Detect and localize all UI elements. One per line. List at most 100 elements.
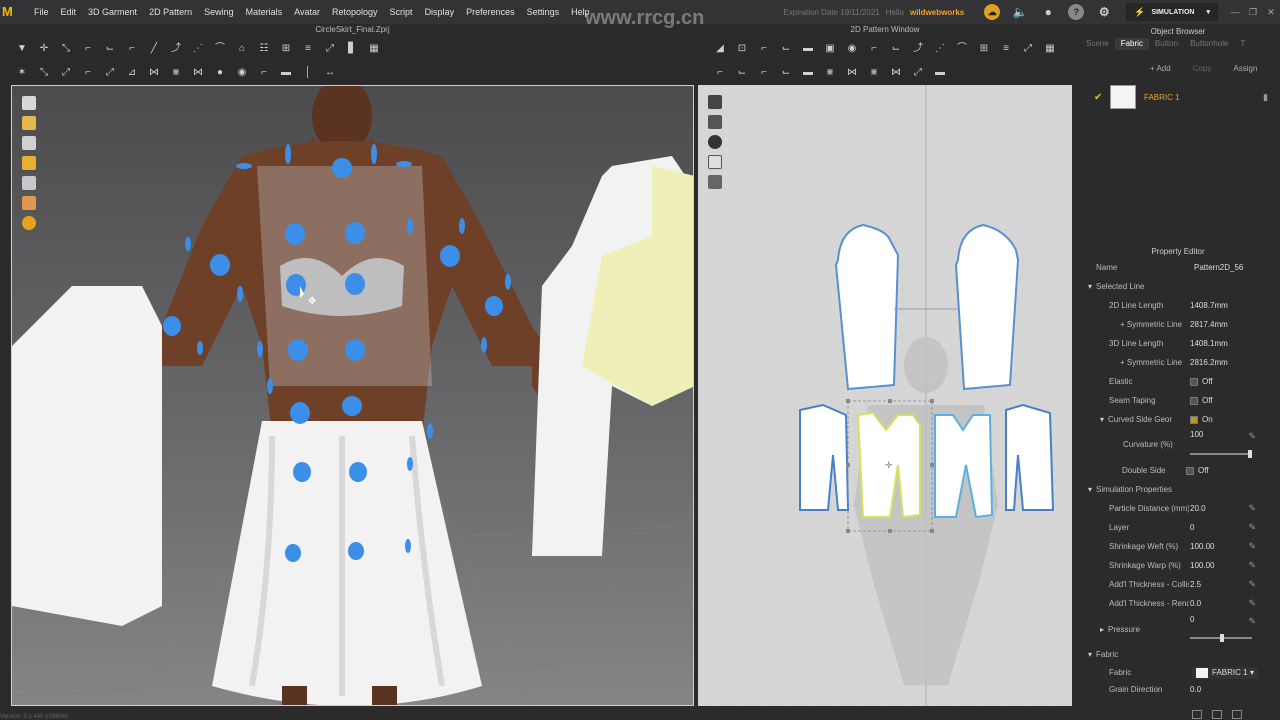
arrangement-alt-icon[interactable]: ⤢ <box>58 66 74 80</box>
pin-tool-icon[interactable]: ⌂ <box>234 42 250 56</box>
texture-icon[interactable]: ▬ <box>278 66 294 80</box>
2d-texture-icon[interactable] <box>708 155 722 169</box>
button-place-icon[interactable]: ● <box>212 66 228 80</box>
pencil-icon[interactable]: ✎ <box>1248 616 1256 627</box>
user-icon[interactable]: ● <box>1040 4 1056 20</box>
free-sewing-2d-icon[interactable]: ⌙ <box>734 66 750 80</box>
buttonhole-icon[interactable]: ◉ <box>234 66 250 80</box>
edit-point-icon[interactable]: ⊡ <box>734 42 750 56</box>
internal-rect-icon[interactable]: ⌙ <box>888 42 904 56</box>
tack-tool-icon[interactable]: ☷ <box>256 42 272 56</box>
line-2d-icon[interactable]: ⤢ <box>910 66 926 80</box>
pencil-icon[interactable]: ✎ <box>1248 560 1256 571</box>
double-side-checkbox[interactable] <box>1186 466 1194 475</box>
menu-sewing[interactable]: Sewing <box>198 7 240 17</box>
globe-icon[interactable] <box>22 216 36 230</box>
avatar-pose-display-icon[interactable] <box>22 196 36 210</box>
curved-side-checkbox[interactable] <box>1190 415 1198 424</box>
add-button[interactable]: + Add <box>1150 64 1171 73</box>
prop-pressure-value[interactable]: 0 <box>1190 615 1194 624</box>
settings-gear-icon[interactable]: ⚙ <box>1096 4 1112 20</box>
pencil-icon[interactable]: ✎ <box>1248 598 1256 609</box>
prop-grain-direction-value[interactable]: 0.0 <box>1190 685 1201 694</box>
sewing-tool-icon[interactable]: ⋰ <box>190 42 206 56</box>
view-mode-icon[interactable] <box>1192 710 1202 719</box>
transform-tool-icon[interactable]: ⤡ <box>58 42 74 56</box>
tab-fabric[interactable]: Fabric <box>1114 38 1149 50</box>
menu-display[interactable]: Display <box>419 7 461 17</box>
buttonhole-2d-icon[interactable]: ⋈ <box>888 66 904 80</box>
menu-preferences[interactable]: Preferences <box>460 7 521 17</box>
menu-script[interactable]: Script <box>384 7 419 17</box>
button-icon[interactable]: ⋇ <box>168 66 184 80</box>
check-sewing-icon[interactable]: ⌐ <box>756 66 772 80</box>
pencil-icon[interactable]: ✎ <box>1248 503 1256 514</box>
prop-shrinkage-weft-value[interactable]: 100.00 <box>1190 542 1214 551</box>
fold-arrangement-icon[interactable]: ⌙ <box>102 42 118 56</box>
username[interactable]: wildwebworks <box>910 8 964 17</box>
arrangement-icon[interactable]: ⤡ <box>36 66 52 80</box>
prop-double-side-toggle[interactable]: Off <box>1186 466 1209 475</box>
segment-sewing-icon[interactable]: ⌐ <box>712 66 728 80</box>
fabric-select[interactable]: FABRIC 1 ▾ <box>1192 666 1258 679</box>
seam-allowance-icon[interactable]: ⋰ <box>932 42 948 56</box>
assign-button[interactable]: Assign <box>1233 64 1257 73</box>
texture-display-icon[interactable] <box>22 116 36 130</box>
avatar-display-icon[interactable] <box>22 96 36 110</box>
elastic-checkbox[interactable] <box>1190 377 1198 386</box>
pencil-icon[interactable]: ✎ <box>1248 522 1256 533</box>
curvature-slider[interactable] <box>1190 453 1252 455</box>
measure-tool-icon[interactable]: ⤢ <box>322 42 338 56</box>
2d-view-icon[interactable] <box>708 95 722 109</box>
fold-line-icon[interactable]: ⌐ <box>80 66 96 80</box>
menu-retopology[interactable]: Retopology <box>326 7 384 17</box>
help-icon[interactable]: ? <box>1068 4 1085 20</box>
lock-icon[interactable]: ▮ <box>1263 92 1268 103</box>
graphic-icon[interactable]: ⌐ <box>256 66 272 80</box>
line-tool-icon[interactable]: ▋ <box>344 42 360 56</box>
menu-edit[interactable]: Edit <box>55 7 83 17</box>
edit-pattern-icon[interactable]: ◢ <box>712 42 728 56</box>
ellipse-icon[interactable]: ◉ <box>844 42 860 56</box>
2d-layout-icon[interactable] <box>708 175 722 189</box>
select-tool-icon[interactable]: ▼ <box>14 42 30 56</box>
slash-icon[interactable]: ⌒ <box>954 42 970 56</box>
dart-icon[interactable]: ⤴ <box>910 42 926 56</box>
minimize-icon[interactable]: — <box>1226 7 1244 17</box>
cloud-icon[interactable]: ☁ <box>984 4 1001 20</box>
pencil-icon[interactable]: ✎ <box>1248 541 1256 552</box>
edit-curvature-icon[interactable]: ⌐ <box>756 42 772 56</box>
2d-pattern-window[interactable]: ✛ <box>698 85 1072 706</box>
menu-avatar[interactable]: Avatar <box>288 7 326 17</box>
grid-2d-icon[interactable]: ▦ <box>1042 42 1058 56</box>
fold-alt-icon[interactable]: ⌐ <box>124 42 140 56</box>
curve-tool-icon[interactable]: ⤴ <box>168 42 184 56</box>
layout-icon[interactable] <box>1212 710 1222 719</box>
tab-button[interactable]: Button <box>1149 38 1184 50</box>
2d-shirt-icon[interactable] <box>708 115 722 129</box>
tape-2d-icon[interactable]: ⤢ <box>1020 42 1036 56</box>
expand-icon[interactable]: ▸ <box>1100 625 1104 634</box>
prop-curved-side-toggle[interactable]: On <box>1190 415 1213 424</box>
prop-2d-line-length-value[interactable]: 1408.7mm <box>1190 301 1228 310</box>
prop-shrinkage-warp-value[interactable]: 100.00 <box>1190 561 1214 570</box>
trim-icon[interactable]: │ <box>300 66 316 80</box>
fullscreen-icon[interactable] <box>1232 710 1242 719</box>
topstitch-2d-icon[interactable]: ⋇ <box>822 66 838 80</box>
button-2d-icon[interactable]: ⋇ <box>866 66 882 80</box>
add-point-icon[interactable]: ⌙ <box>778 42 794 56</box>
pencil-icon[interactable]: ✎ <box>1248 431 1256 442</box>
polygon-icon[interactable]: ▬ <box>800 42 816 56</box>
fold-tool-icon[interactable]: ⌐ <box>80 42 96 56</box>
avatar-skin-icon[interactable] <box>22 136 36 150</box>
grid-tool-icon[interactable]: ▦ <box>366 42 382 56</box>
section-fabric[interactable]: ▾ Fabric <box>1080 645 1280 664</box>
pencil-icon[interactable]: ✎ <box>1248 579 1256 590</box>
close-icon[interactable]: ✕ <box>1262 7 1280 18</box>
restore-icon[interactable]: ❐ <box>1244 7 1262 18</box>
menu-settings[interactable]: Settings <box>521 7 566 17</box>
prop-name-value[interactable]: Pattern2D_56 <box>1194 263 1243 272</box>
prop-seam-taping-toggle[interactable]: Off <box>1190 396 1213 405</box>
fabric-list-item[interactable]: ✔ FABRIC 1 ▮ <box>1080 84 1280 110</box>
rectangle-icon[interactable]: ▣ <box>822 42 838 56</box>
